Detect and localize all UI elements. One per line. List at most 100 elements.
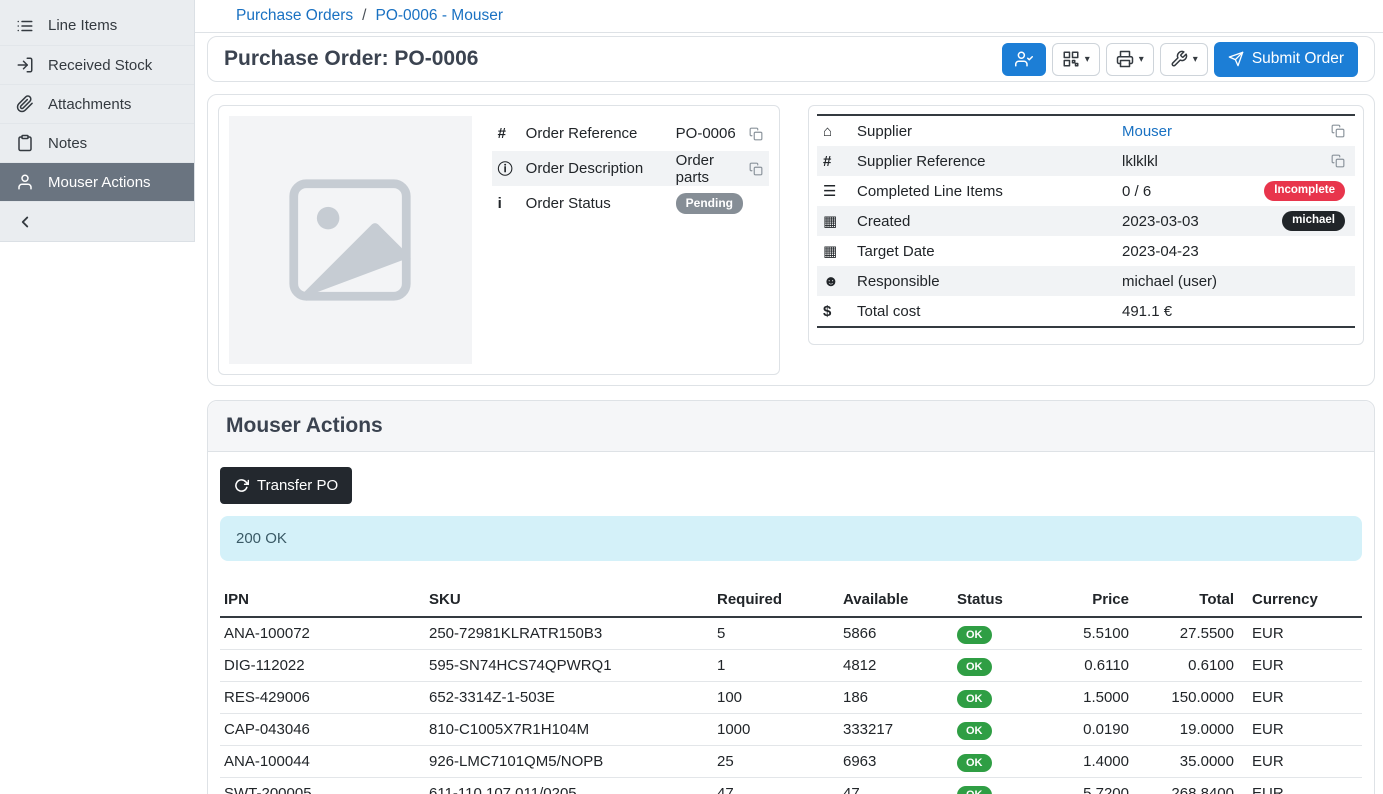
col-header-sku: SKU [425,583,713,617]
barcode-actions-button[interactable] [1002,43,1046,76]
cell-status: OK [953,617,1033,650]
sidebar-item-label: Notes [48,135,87,152]
panel-title: Mouser Actions [208,401,1374,452]
cell-total: 27.5500 [1143,617,1248,650]
copy-icon [1331,124,1345,138]
table-row: RES-429006 652-3314Z-1-503E 100 186 OK 1… [220,682,1362,714]
cell-sku: 595-SN74HCS74QPWRQ1 [425,650,713,682]
detail-row: ☰ Completed Line Items 0 / 6 Incomplete [817,176,1355,206]
order-details-panel: # Order Reference PO-0006 ⓘ Order Descri… [207,94,1375,386]
copy-button[interactable] [1331,154,1345,168]
transfer-po-button[interactable]: Transfer PO [220,467,352,504]
sidebar-item-notes[interactable]: Notes [0,123,194,162]
cell-total: 150.0000 [1143,682,1248,714]
main-area: Purchase Orders / PO-0006 - Mouser Purch… [195,0,1383,794]
copy-button[interactable] [749,162,763,176]
building-icon: ⌂ [823,123,857,140]
col-header-required: Required [713,583,839,617]
sidebar-item-line-items[interactable]: Line Items [0,6,194,45]
hash-icon: # [823,153,857,170]
page-title: Purchase Order: PO-0006 [224,47,478,71]
detail-value: Order parts [676,152,743,186]
sidebar-collapse-button[interactable] [0,201,194,241]
detail-label: Order Status [526,195,676,212]
status-badge: Pending [676,193,743,213]
sidebar-item-label: Attachments [48,96,131,113]
detail-row: ▦ Created 2023-03-03 michael [817,206,1355,236]
breadcrumb-link-current-order[interactable]: PO-0006 - Mouser [375,7,503,25]
image-icon [275,165,425,315]
paperclip-icon [16,95,34,113]
user-icon [16,173,34,191]
cell-currency: EUR [1248,778,1362,794]
cell-available: 47 [839,778,953,794]
detail-label: Created [857,213,1122,230]
cell-sku: 611-110.107.011/0205 [425,778,713,794]
detail-row: # Supplier Reference lklklkl [817,146,1355,176]
cell-available: 6963 [839,746,953,778]
cell-sku: 810-C1005X7R1H104M [425,714,713,746]
status-badge: michael [1282,211,1345,231]
cell-ipn: ANA-100072 [220,617,425,650]
detail-value: 0 / 6 [1122,183,1264,200]
sidebar-item-label: Line Items [48,17,117,34]
col-header-price: Price [1033,583,1143,617]
detail-label: Order Description [526,160,676,177]
calendar-icon: ▦ [823,212,857,230]
cell-status: OK [953,650,1033,682]
order-header-panel: Purchase Order: PO-0006 ▾ ▾ ▾ [207,36,1375,82]
cell-available: 186 [839,682,953,714]
cell-status: OK [953,778,1033,794]
detail-label: Responsible [857,273,1122,290]
breadcrumb-link-purchase-orders[interactable]: Purchase Orders [236,7,353,25]
table-row: SWT-200005 611-110.107.011/0205 47 47 OK… [220,778,1362,794]
sidebar-item-label: Mouser Actions [48,174,151,191]
transfer-po-label: Transfer PO [257,477,338,494]
cell-required: 1000 [713,714,839,746]
cell-total: 19.0000 [1143,714,1248,746]
hash-icon: # [498,125,526,142]
calendar-icon: ▦ [823,242,857,260]
sidebar: Line Items Received Stock Attachments No… [0,0,195,242]
cell-sku: 926-LMC7101QM5/NOPB [425,746,713,778]
detail-value: PO-0006 [676,125,743,142]
table-row: ANA-100072 250-72981KLRATR150B3 5 5866 O… [220,617,1362,650]
cell-sku: 652-3314Z-1-503E [425,682,713,714]
table-row: CAP-043046 810-C1005X7R1H104M 1000 33321… [220,714,1362,746]
dollar-icon: $ [823,303,857,320]
cell-required: 5 [713,617,839,650]
status-badge: Incomplete [1264,181,1345,201]
sidebar-item-received-stock[interactable]: Received Stock [0,45,194,84]
detail-row: ⌂ Supplier Mouser [817,116,1355,146]
cell-sku: 250-72981KLRATR150B3 [425,617,713,650]
qr-code-icon [1062,50,1080,68]
qr-actions-button[interactable]: ▾ [1052,43,1100,76]
order-summary-table: # Order Reference PO-0006 ⓘ Order Descri… [492,116,769,221]
col-header-ipn: IPN [220,583,425,617]
status-alert: 200 OK [220,516,1362,561]
detail-label: Total cost [857,303,1122,320]
sidebar-item-mouser-actions[interactable]: Mouser Actions [0,162,194,201]
detail-label: Supplier [857,123,1122,140]
cell-total: 35.0000 [1143,746,1248,778]
detail-value: Mouser [1122,123,1331,140]
cell-ipn: ANA-100044 [220,746,425,778]
print-actions-button[interactable]: ▾ [1106,43,1154,76]
cell-status: OK [953,746,1033,778]
panel-body: Transfer PO 200 OK IPN SKU Required Avai… [208,452,1374,794]
arrow-into-icon [16,56,34,74]
table-row: ANA-100044 926-LMC7101QM5/NOPB 25 6963 O… [220,746,1362,778]
detail-row: # Order Reference PO-0006 [492,116,769,151]
cell-price: 5.5100 [1033,617,1143,650]
order-actions-button[interactable]: ▾ [1160,43,1208,76]
breadcrumb: Purchase Orders / PO-0006 - Mouser [195,0,1383,33]
copy-button[interactable] [749,127,763,141]
cell-currency: EUR [1248,682,1362,714]
submit-order-button[interactable]: Submit Order [1214,42,1358,77]
send-icon [1228,51,1244,67]
sidebar-item-attachments[interactable]: Attachments [0,84,194,123]
copy-button[interactable] [1331,124,1345,138]
cell-status: OK [953,682,1033,714]
table-header-row: IPN SKU Required Available Status Price … [220,583,1362,617]
cell-total: 0.6100 [1143,650,1248,682]
